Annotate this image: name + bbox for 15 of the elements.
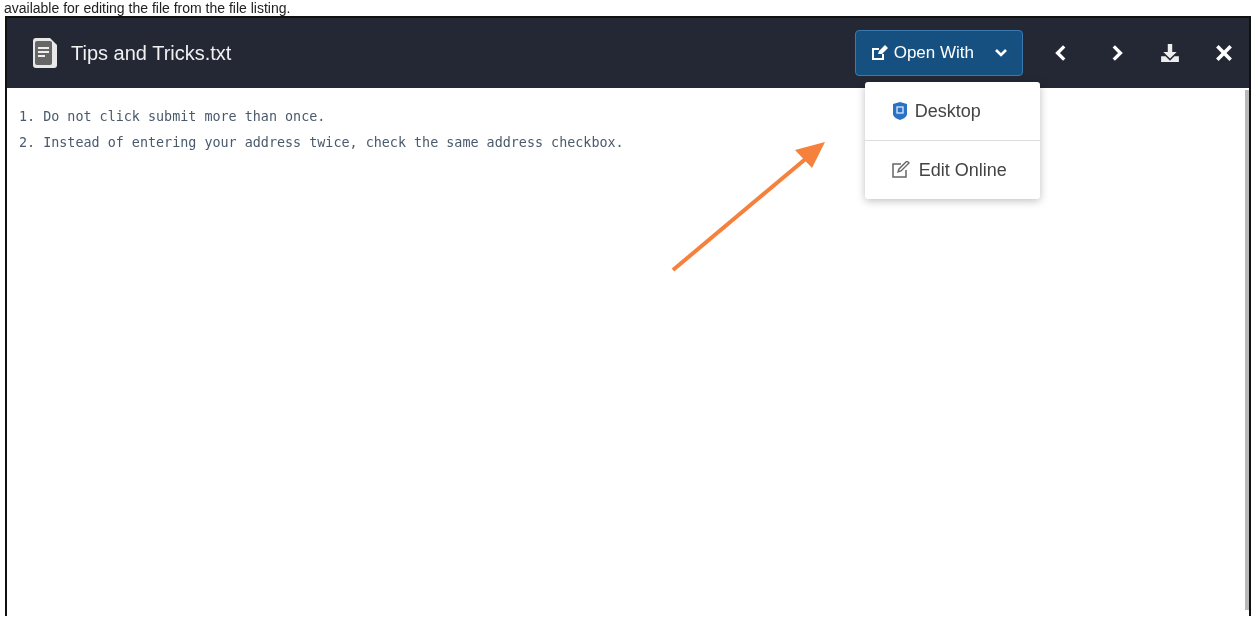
edit-icon [890,161,911,179]
edit-icon [869,45,888,61]
menu-item[interactable]: Desktop [864,82,1040,140]
shield-icon [892,102,907,120]
document-icon [33,38,57,68]
chevron-down-icon [994,48,1008,58]
text-line: 2. Instead of entering your address twice, check the same address checkbox. [19,134,624,152]
menu-item[interactable]: Edit Online [864,140,1040,199]
open-with-button[interactable]: Open With [854,30,1023,76]
text-line: 1. Do not click submit more than once. [19,108,326,126]
file-title: Tips and Tricks.txt [71,41,232,65]
download-icon[interactable] [1159,43,1181,63]
scrollbar[interactable] [1245,90,1249,610]
close-icon[interactable] [1213,43,1235,63]
caption-text: available for editing the file from the file listing. [3,0,292,16]
